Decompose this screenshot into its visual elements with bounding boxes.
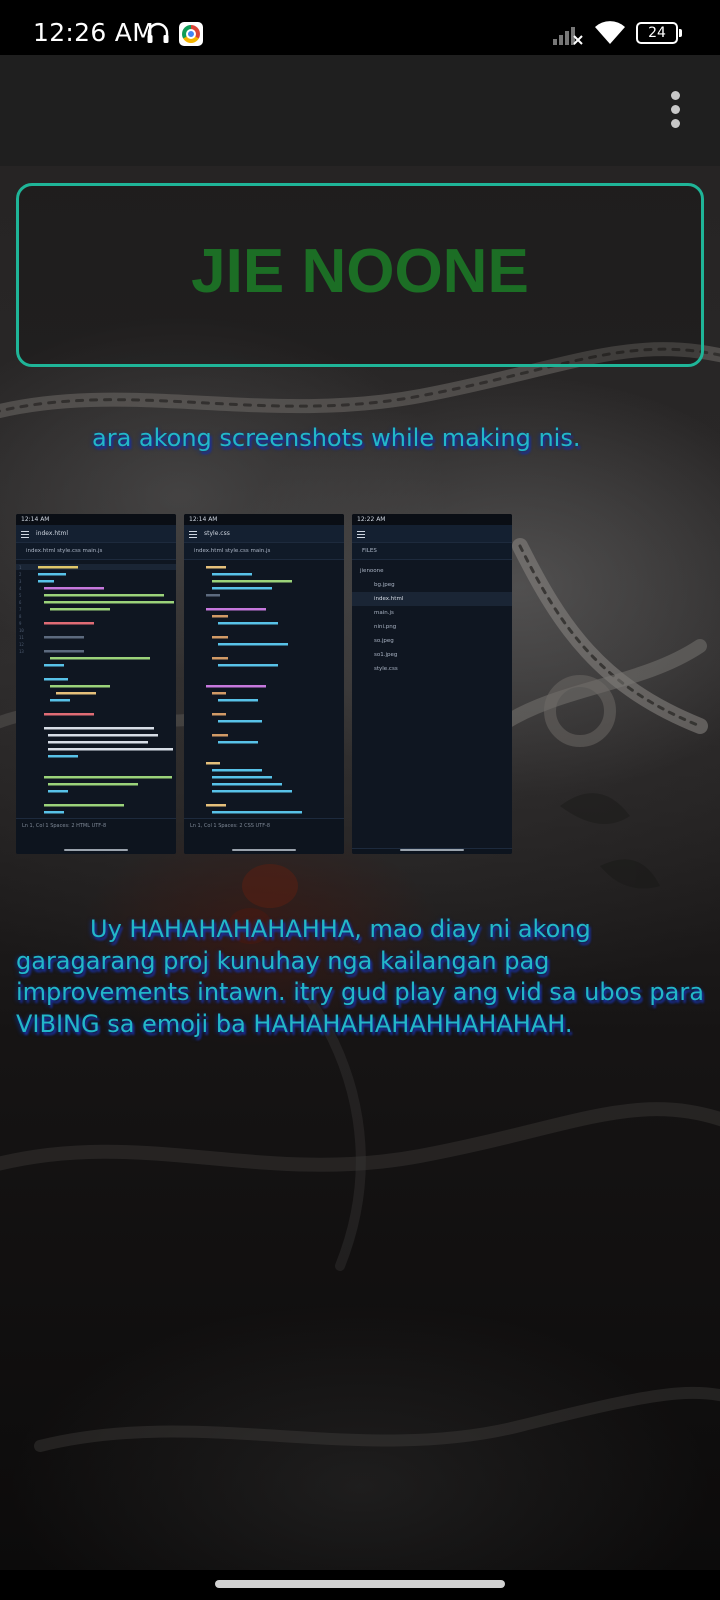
battery-level: 24 xyxy=(648,25,666,41)
svg-text:5: 5 xyxy=(19,593,22,598)
title-card: JIE NOONE xyxy=(16,183,704,367)
screenshot-image-3[interactable]: 12:22 AM FILES jienoone bg.jpeg index.ht… xyxy=(352,514,512,854)
web-page: JIE NOONE ara akong screenshots while ma… xyxy=(0,166,720,1570)
file-item: bg.jpeg xyxy=(374,582,395,588)
shot-footer: Ln 1, Col 1 Spaces: 2 HTML UTF-8 xyxy=(16,818,176,854)
file-item: index.html xyxy=(352,592,512,606)
app-bar xyxy=(0,55,720,166)
file-item: so1.jpeg xyxy=(374,652,398,658)
shot-footer xyxy=(352,848,512,854)
svg-text:13: 13 xyxy=(19,649,24,654)
status-bar: 12:26 AM 24 xyxy=(0,0,720,55)
battery-icon: 24 xyxy=(636,22,682,44)
screenshot-image-1[interactable]: 12:14 AM index.html index.html style.css… xyxy=(16,514,176,854)
screenshot-image-2[interactable]: 12:14 AM style.css index.html style.css … xyxy=(184,514,344,854)
shot-tabs: index.html style.css main.js xyxy=(184,543,344,560)
navigation-bar xyxy=(0,1570,720,1600)
svg-text:9: 9 xyxy=(19,621,22,626)
svg-text:3: 3 xyxy=(19,579,22,584)
file-list: jienoone bg.jpeg index.html main.js nini… xyxy=(352,560,512,676)
svg-text:6: 6 xyxy=(19,600,22,605)
signal-icon xyxy=(553,27,583,45)
shot-file: index.html xyxy=(16,525,176,543)
svg-text:10: 10 xyxy=(19,628,24,633)
shot-footer: Ln 1, Col 1 Spaces: 2 CSS UTF-8 xyxy=(184,818,344,854)
shot-toolbar xyxy=(352,525,512,543)
description-text: Uy HAHAHAHAHAHHA, mao diay ni akong gara… xyxy=(16,915,704,1038)
page-title: JIE NOONE xyxy=(191,237,529,306)
shot-file: style.css xyxy=(184,525,344,543)
headphone-icon xyxy=(147,22,169,43)
caption-text: ara akong screenshots while making nis. xyxy=(92,424,581,452)
file-item: jienoone xyxy=(360,568,384,574)
file-item: so.jpeg xyxy=(374,638,394,644)
status-time: 12:26 AM xyxy=(33,18,155,47)
wifi-icon xyxy=(595,21,625,44)
file-item: style.css xyxy=(374,666,398,672)
shot-time: 12:14 AM xyxy=(16,514,176,525)
rope-background-image xyxy=(0,342,720,1452)
svg-text:12: 12 xyxy=(19,642,24,647)
shot-tabs: index.html style.css main.js xyxy=(16,543,176,560)
svg-text:7: 7 xyxy=(19,607,22,612)
shot-files-header: FILES xyxy=(352,543,512,560)
chrome-icon xyxy=(179,22,203,46)
code-lines-image: 12345678910111213 xyxy=(16,564,176,814)
svg-text:8: 8 xyxy=(19,614,22,619)
svg-text:2: 2 xyxy=(19,572,22,577)
file-item: nini.png xyxy=(374,624,397,630)
svg-text:4: 4 xyxy=(19,586,22,591)
svg-text:11: 11 xyxy=(19,635,24,640)
more-vertical-icon[interactable] xyxy=(656,85,696,135)
shot-time: 12:14 AM xyxy=(184,514,344,525)
shot-time: 12:22 AM xyxy=(352,514,512,525)
code-lines-image xyxy=(206,566,302,814)
home-indicator[interactable] xyxy=(215,1580,505,1588)
file-item: main.js xyxy=(374,610,394,616)
